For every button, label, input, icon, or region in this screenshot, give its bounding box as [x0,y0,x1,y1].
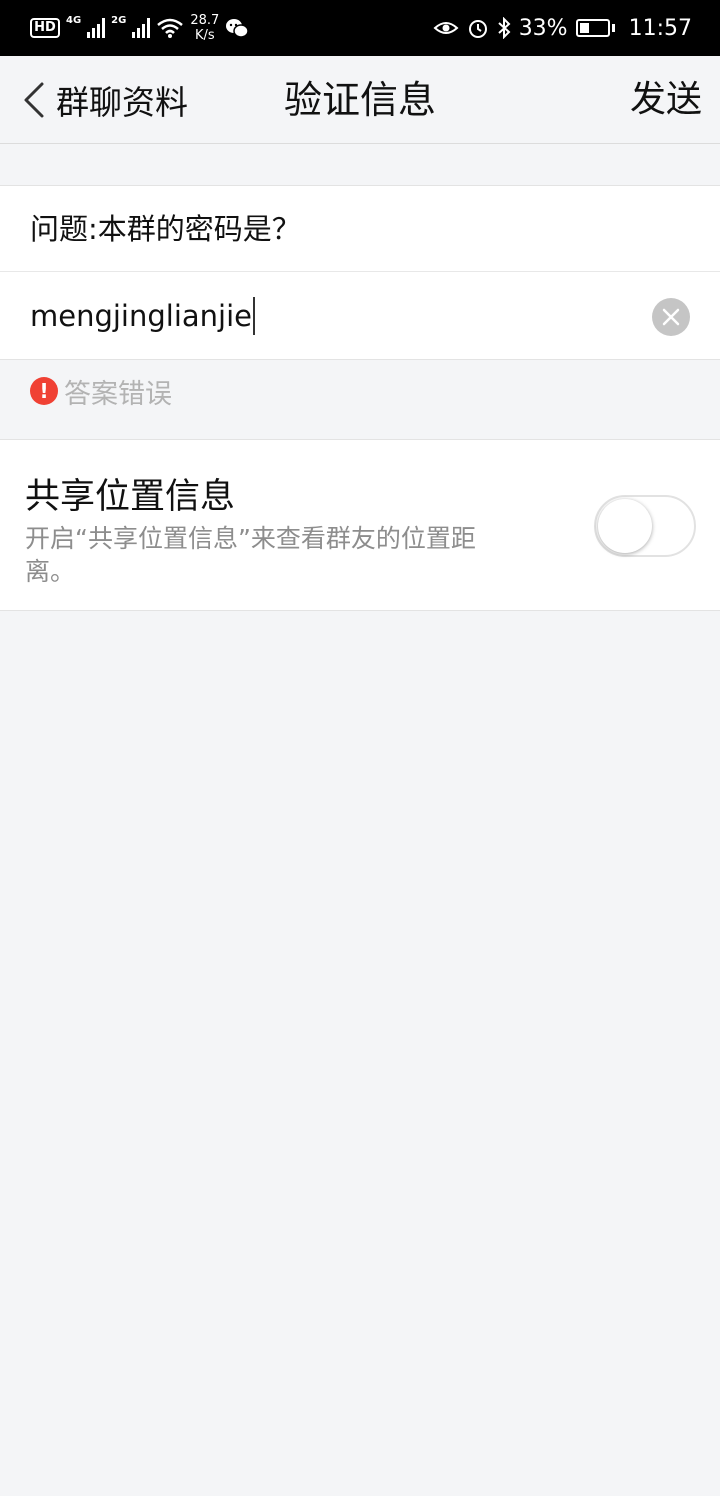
network-speed: 28.7 K/s [190,13,219,43]
question-row: 问题:本群的密码是？ [0,185,720,272]
bluetooth-icon [498,17,511,39]
wechat-icon [226,19,250,38]
battery-tip [611,24,615,32]
navigation-bar: 群聊资料 验证信息 发送 [0,56,720,144]
battery-icon [575,19,610,37]
text-cursor [253,297,256,335]
share-location-title: 共享位置信息 [25,477,236,517]
network-type-1: 4G [66,14,82,26]
toggle-knob [598,499,652,553]
answer-value: mengjinglianjie [30,299,253,333]
close-icon [662,308,680,326]
answer-input[interactable]: mengjinglianjie [30,296,630,336]
battery-percent: 33% [518,15,568,41]
signal-icon [87,18,106,38]
alarm-icon [468,20,487,38]
answer-row: mengjinglianjie [0,272,720,360]
status-left: HD 4G 2G 28.7 K/s [30,0,250,56]
error-message: ! 答案错误 [30,374,172,410]
battery-fill [579,23,589,33]
hd-voice-icon: HD [30,18,60,38]
error-text: 答案错误 [64,378,172,410]
share-location-description: 开启“共享位置信息”来查看群友的位置距离。 [25,524,476,586]
status-bar: HD 4G 2G 28.7 K/s 33% 11:57 [0,0,720,56]
wifi-icon [157,18,184,38]
signal-icon-2 [132,18,151,38]
page-title: 验证信息 [283,78,436,122]
clock: 11:57 [628,15,692,41]
send-button[interactable]: 发送 [630,56,702,144]
network-type-2: 2G [111,14,127,26]
share-location-toggle[interactable] [594,495,696,557]
status-right: 33% 11:57 [433,0,692,56]
speed-value: 28.7 [190,13,220,28]
speed-unit: K/s [194,28,215,43]
error-icon: ! [30,377,58,405]
question-text: 问题:本群的密码是？ [30,212,301,246]
eye-comfort-icon [433,22,459,34]
share-location-card: 共享位置信息 开启“共享位置信息”来查看群友的位置距离。 [0,439,720,611]
clear-input-button[interactable] [652,298,690,336]
